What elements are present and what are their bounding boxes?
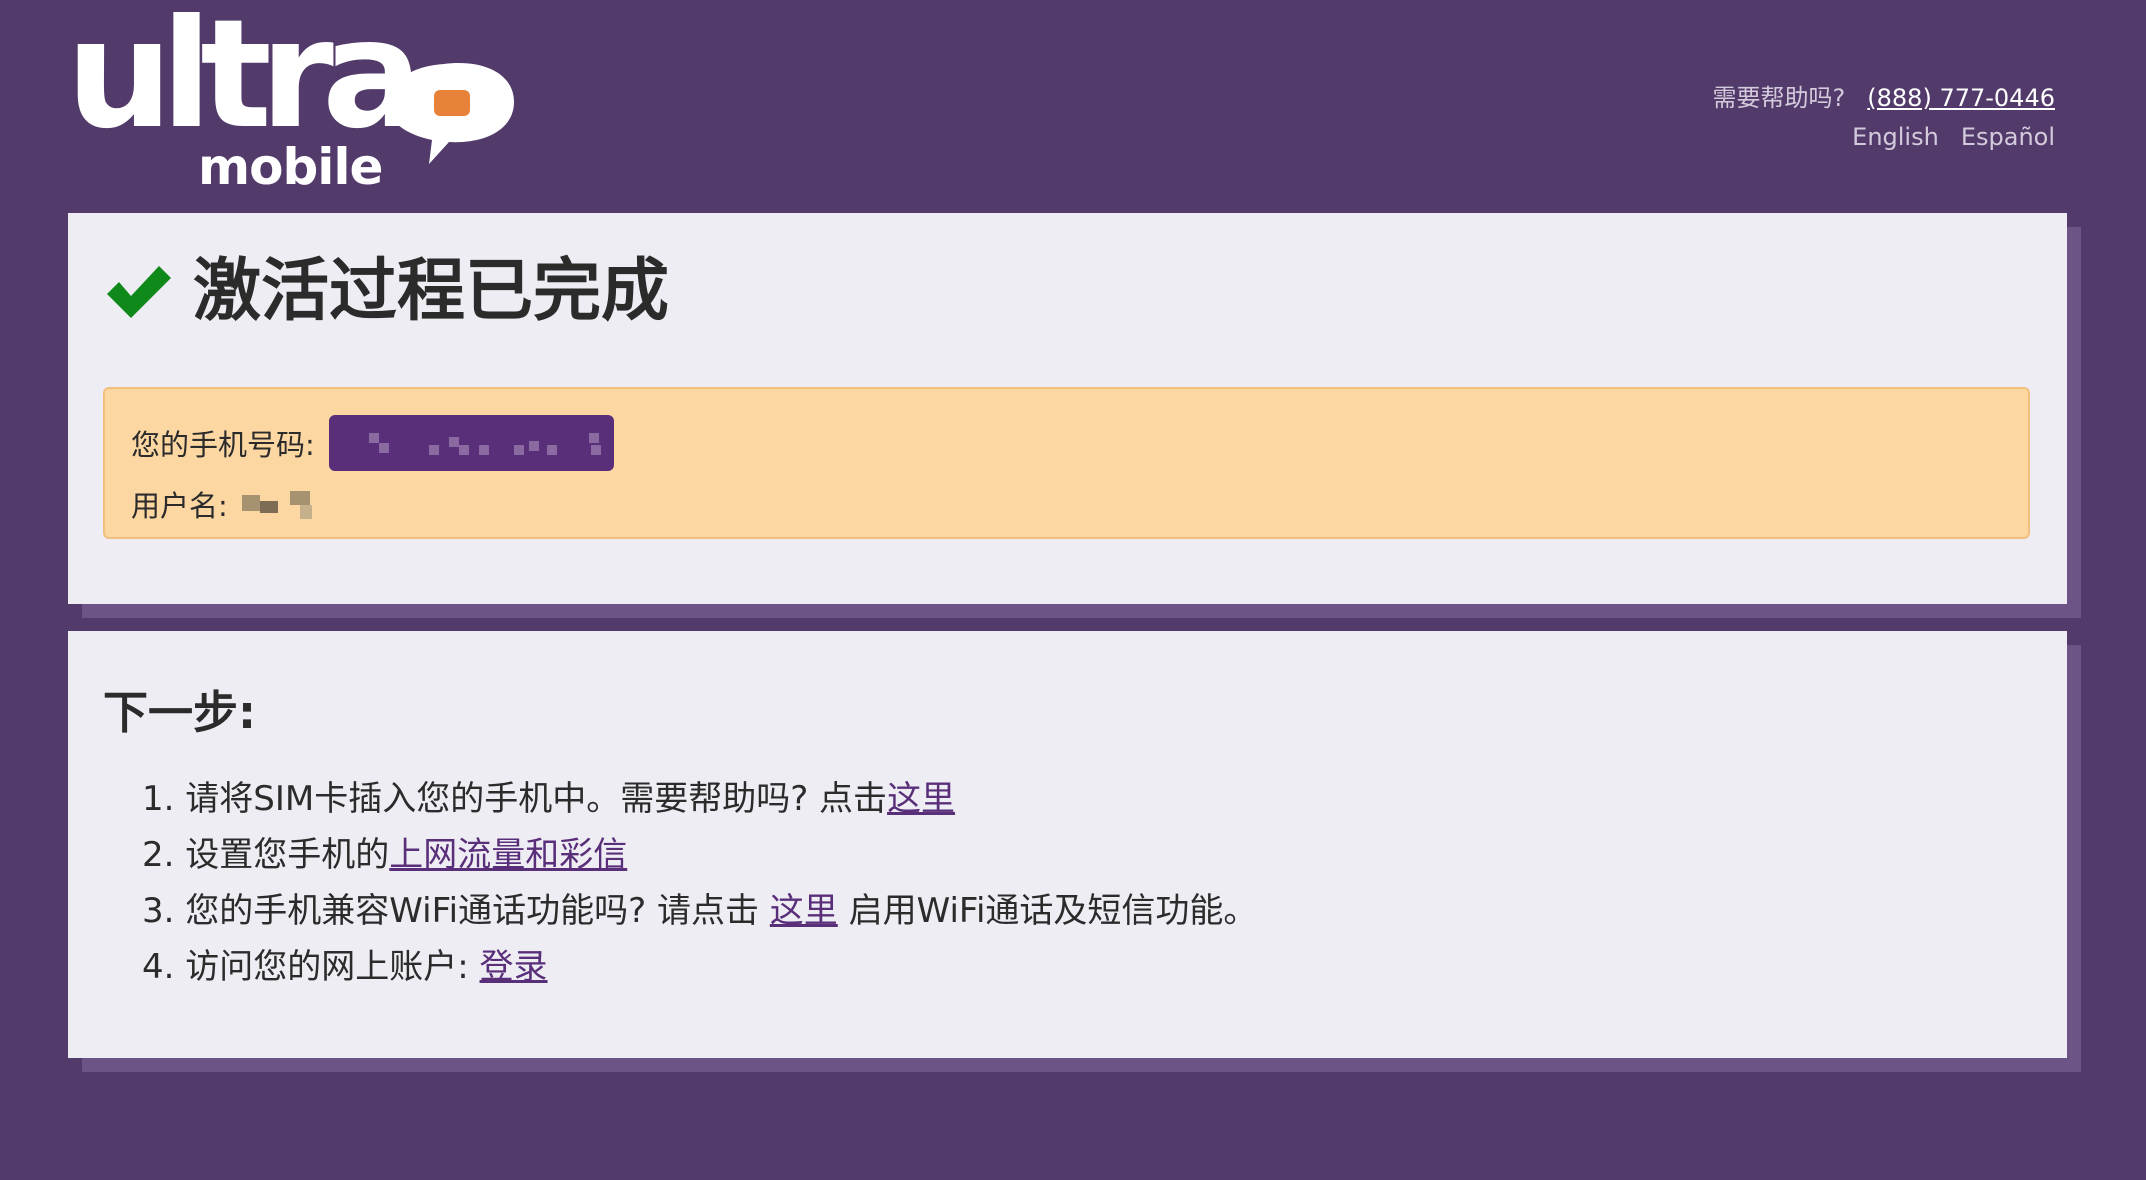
next-steps-heading: 下一步: [103, 686, 256, 739]
help-text: 需要帮助吗? [1712, 84, 1846, 112]
help-line: 需要帮助吗? (888) 777-0446 [1713, 78, 2055, 113]
step-text-after: 启用WiFi通话及短信功能。 [837, 891, 1258, 931]
lang-espanol-link[interactable]: Español [1961, 123, 2055, 151]
step-text: 请将SIM卡插入您的手机中。需要帮助吗? 点击 [185, 779, 888, 819]
phone-number-row: 您的手机号码: [131, 415, 614, 471]
lang-english-link[interactable]: English [1852, 123, 1939, 151]
step-3: 3. 您的手机兼容WiFi通话功能吗? 请点击 这里 启用WiFi通话及短信功能… [142, 883, 1257, 939]
step-number: 4. [142, 947, 175, 987]
ultra-mobile-logo[interactable]: ultra mobile [66, 0, 514, 196]
data-mms-setup-link[interactable]: 上网流量和彩信 [389, 835, 627, 875]
username-label: 用户名: [131, 489, 228, 523]
step-number: 3. [142, 891, 175, 931]
language-switcher: English Español [1830, 123, 2055, 151]
card-body: 下一步: 1. 请将SIM卡插入您的手机中。需要帮助吗? 点击这里 2. 设置您… [68, 631, 2067, 1058]
step-text: 您的手机兼容WiFi通话功能吗? 请点击 [185, 891, 770, 931]
phone-number-redacted [328, 415, 614, 471]
title-row: 激活过程已完成 [103, 258, 669, 326]
next-steps-card: 下一步: 1. 请将SIM卡插入您的手机中。需要帮助吗? 点击这里 2. 设置您… [68, 631, 2081, 1072]
login-link[interactable]: 登录 [480, 947, 548, 987]
step-2: 2. 设置您手机的上网流量和彩信 [142, 827, 1257, 883]
phone-number-label: 您的手机号码: [131, 428, 315, 462]
support-phone-link[interactable]: (888) 777-0446 [1867, 84, 2055, 112]
card-body: 激活过程已完成 您的手机号码: 用户名: [68, 213, 2067, 604]
logo-subtitle: mobile [198, 138, 383, 196]
step-number: 1. [142, 779, 175, 819]
activation-complete-card: 激活过程已完成 您的手机号码: 用户名: [68, 213, 2081, 618]
username-redacted [241, 489, 316, 519]
next-steps-list: 1. 请将SIM卡插入您的手机中。需要帮助吗? 点击这里 2. 设置您手机的上网… [142, 771, 1257, 995]
step-text: 访问您的网上账户: [185, 947, 480, 987]
username-row: 用户名: [131, 483, 316, 525]
wifi-calling-link[interactable]: 这里 [770, 891, 838, 931]
account-info-box: 您的手机号码: 用户名: [103, 387, 2030, 539]
chat-bubble-icon [387, 63, 514, 165]
page-title: 激活过程已完成 [193, 252, 670, 331]
step-4: 4. 访问您的网上账户: 登录 [142, 939, 1257, 995]
step-1: 1. 请将SIM卡插入您的手机中。需要帮助吗? 点击这里 [142, 771, 1257, 827]
step-text: 设置您手机的 [185, 835, 390, 875]
checkmark-icon [107, 266, 171, 318]
insert-sim-help-link[interactable]: 这里 [887, 779, 955, 819]
step-number: 2. [142, 835, 175, 875]
logo-wordmark: ultra [66, 0, 423, 162]
